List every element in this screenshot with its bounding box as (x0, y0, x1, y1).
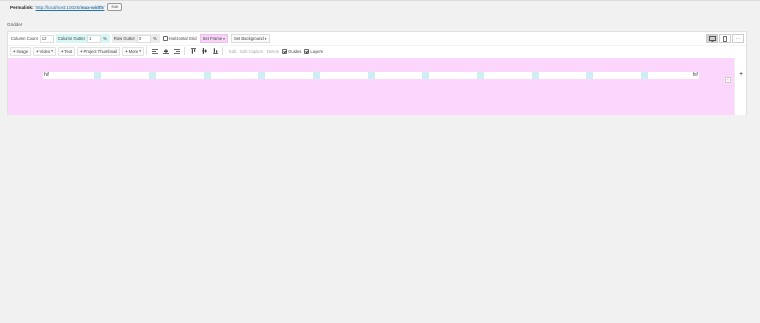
chevron-down-icon: ▾ (264, 36, 267, 41)
phone-icon (723, 35, 727, 42)
permalink-url[interactable]: http://localhost:10026/max-width/ (36, 5, 105, 10)
grid-canvas[interactable]: hi! hi! (8, 58, 734, 115)
toolbar-row: + Image + Video ▾ + Text + Project Thumbnail … (8, 45, 746, 56)
add-image-label: Image (16, 48, 29, 54)
align-center-icon (163, 48, 170, 54)
permalink-edit-button[interactable]: Edit (107, 3, 123, 11)
valign-bottom-button[interactable] (211, 47, 220, 56)
plus-icon: + (125, 48, 128, 54)
column-gutter-guide (531, 72, 539, 79)
toolbar-divider (145, 47, 147, 55)
permalink-url-prefix: http://localhost:10026/ (35, 4, 81, 10)
section-title: Gridder (7, 22, 23, 27)
set-frame-label: Set Frame (202, 36, 223, 41)
column-gutter-guide (312, 72, 320, 79)
horizontal-grid-toggle[interactable]: Horizontal Grid (162, 36, 197, 41)
add-project-thumbnail-button[interactable]: + Project Thumbnail (77, 46, 121, 56)
row-gutter-label: Row Gutter (113, 36, 135, 41)
plus-icon: + (13, 48, 16, 54)
chevron-down-icon: ▾ (51, 49, 53, 53)
valign-top-icon (190, 48, 196, 54)
chevron-down-icon: ▾ (139, 49, 141, 53)
plus-icon: + (80, 48, 83, 54)
layers-toggle[interactable]: Layers (304, 48, 323, 54)
gridder-panel: Column Count 12 Column Gutter 1 % Row Gu… (7, 31, 747, 115)
top-divider (0, 0, 760, 1)
plus-icon: + (60, 48, 64, 54)
layers-label: Layers (310, 48, 323, 54)
column-gutter-guide (476, 72, 484, 79)
row-gutter-unit: % (152, 36, 157, 41)
column-count-label: Column Count (11, 36, 38, 41)
desktop-view-button[interactable] (706, 34, 718, 43)
row-gutter-input[interactable]: 0 (136, 34, 151, 43)
guides-checkbox[interactable] (282, 48, 288, 54)
column-gutter-guide (148, 72, 156, 79)
column-gutter-guide (422, 72, 430, 79)
add-text-button[interactable]: + Text (57, 46, 76, 56)
plus-icon: + (36, 48, 39, 54)
edit-caption-button[interactable]: Edit Caption (240, 49, 263, 54)
column-gutter-label: Column Gutter (57, 36, 86, 41)
grid-cell-text-left[interactable]: hi! (44, 72, 49, 79)
add-text-label: Text (64, 48, 73, 54)
column-gutter-guide (640, 72, 648, 79)
set-frame-dropdown[interactable]: Set Frame ▾ (199, 34, 228, 43)
more-options-button[interactable]: ··· (732, 34, 744, 43)
align-left-icon (152, 48, 159, 54)
collapse-icon[interactable]: ‹ (725, 77, 731, 83)
column-gutter-guide (367, 72, 375, 79)
guides-label: Guides (288, 48, 302, 54)
grid-cell-text-right[interactable]: hi! (693, 72, 698, 79)
add-row-icon[interactable]: + (739, 71, 743, 78)
permalink-url-slug: max-width (80, 4, 104, 10)
toolbar-divider (221, 47, 223, 55)
align-right-button[interactable] (173, 47, 182, 56)
align-left-button[interactable] (151, 47, 160, 56)
set-background-dropdown[interactable]: Set Background ▾ (230, 34, 270, 43)
desktop-icon (708, 35, 716, 42)
permalink-label: Permalink: (10, 4, 34, 10)
align-right-icon (174, 48, 181, 54)
add-image-button[interactable]: + Image (10, 46, 32, 56)
column-count-input[interactable]: 12 (39, 34, 54, 43)
valign-bottom-icon (212, 48, 218, 54)
set-background-label: Set Background (233, 36, 264, 41)
column-gutter-guide (258, 72, 266, 79)
grid-right-bar: + (734, 58, 746, 115)
add-video-button[interactable]: + Video ▾ (33, 46, 56, 56)
chevron-down-icon: ▾ (223, 36, 225, 41)
permalink-bar: Permalink: http://localhost:10026/max-wi… (10, 3, 123, 11)
delete-button[interactable]: Delete (267, 49, 279, 54)
valign-middle-icon (201, 48, 207, 54)
valign-top-button[interactable] (189, 47, 198, 56)
column-gutter-guide (94, 72, 102, 79)
add-more-button[interactable]: + More ▾ (122, 46, 144, 56)
align-center-button[interactable] (162, 47, 171, 56)
guides-toggle[interactable]: Guides (282, 48, 302, 54)
settings-row: Column Count 12 Column Gutter 1 % Row Gu… (8, 33, 746, 44)
permalink-url-suffix: / (103, 4, 105, 10)
mobile-view-button[interactable] (719, 34, 731, 43)
horizontal-grid-checkbox[interactable] (162, 36, 168, 41)
view-switcher: ··· (706, 34, 744, 43)
valign-middle-button[interactable] (200, 47, 209, 56)
more-icon: ··· (735, 36, 741, 41)
toolbar-divider (183, 47, 185, 55)
row-gutter-group: Row Gutter 0 % (111, 34, 160, 43)
column-gutter-unit: % (103, 36, 107, 41)
edit-button[interactable]: Edit (229, 49, 236, 54)
layers-checkbox[interactable] (304, 48, 310, 54)
add-video-label: Video (39, 48, 51, 54)
column-gutter-guide (586, 72, 594, 79)
column-gutter-group: Column Gutter 1 % (55, 34, 110, 43)
column-gutter-guide (203, 72, 211, 79)
horizontal-grid-label: Horizontal Grid (168, 36, 197, 41)
column-count-group: Column Count 12 (10, 34, 54, 43)
grid-row[interactable]: hi! hi! (43, 72, 699, 79)
add-project-thumbnail-label: Project Thumbnail (83, 48, 118, 54)
add-more-label: More (128, 48, 139, 54)
column-gutter-input[interactable]: 1 (87, 34, 102, 43)
